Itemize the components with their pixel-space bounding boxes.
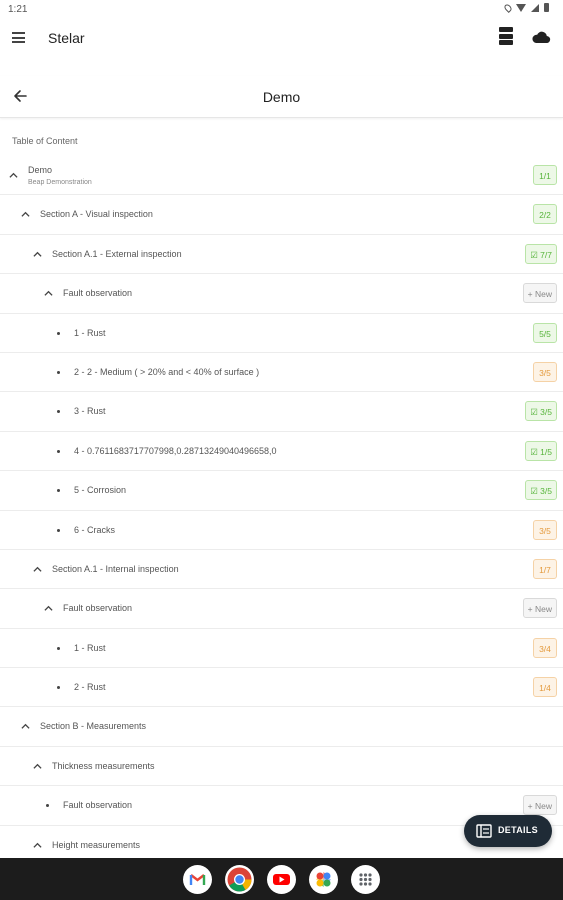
toc-row-label: 4 - 0.7611683717707998,0.287132490404966…	[74, 445, 277, 456]
toc-row[interactable]: 2 - Rust 1/4	[0, 668, 563, 708]
details-icon	[476, 824, 492, 838]
bullet-icon	[57, 331, 60, 335]
new-button[interactable]: + New	[522, 598, 557, 619]
bullet-icon	[57, 646, 60, 650]
toc-row-label: Section A.1 - Internal inspection	[52, 563, 179, 574]
chevron-up-icon[interactable]	[9, 171, 18, 180]
toc-row-label: 2 - Rust	[74, 682, 106, 693]
progress-badge: ☑ 1/5	[525, 440, 557, 461]
progress-badge: 3/5	[533, 519, 557, 540]
chevron-up-icon[interactable]	[21, 722, 30, 731]
bullet-icon	[46, 804, 49, 808]
toc-row-label: Section A - Visual inspection	[40, 209, 153, 220]
page-title: Demo	[262, 89, 301, 105]
chevron-up-icon[interactable]	[33, 841, 42, 850]
progress-badge: ☑ 3/5	[525, 401, 557, 422]
toc-row[interactable]: 1 - Rust 3/4	[0, 629, 563, 669]
toc-row[interactable]: 6 - Cracks 3/5	[0, 511, 563, 550]
toc-row-label: Fault observation	[63, 800, 133, 811]
details-button-label: DETAILS	[498, 825, 538, 835]
chevron-up-icon[interactable]	[44, 604, 53, 613]
status-bar: 1:21	[0, 0, 563, 18]
toc-row-label: Fault observation	[63, 288, 133, 299]
toc-row[interactable]: Section A.1 - Internal inspection 1/7	[0, 550, 563, 590]
bullet-icon	[57, 370, 60, 374]
bullet-icon	[57, 489, 60, 493]
toc-row[interactable]: 5 - Corrosion ☑ 3/5	[0, 471, 563, 511]
app-drawer-icon[interactable]	[351, 865, 380, 894]
location-icon	[503, 2, 513, 13]
toc-row-label: 1 - Rust	[74, 642, 106, 653]
cloud-icon[interactable]	[531, 29, 551, 45]
toc-row-label: Fault observation	[63, 603, 133, 614]
toc-list: Demo Beap Demonstration 1/1 Section A - Vis…	[0, 156, 563, 866]
gmail-icon[interactable]	[183, 865, 212, 894]
toc-row[interactable]: Fault observation + New	[0, 274, 563, 314]
progress-badge: 5/5	[533, 322, 557, 343]
toc-row[interactable]: Thickness measurements	[0, 747, 563, 787]
app-bar: Stelar	[0, 18, 563, 58]
status-time: 1:21	[8, 4, 28, 15]
signal-icon	[531, 3, 539, 12]
new-button[interactable]: + New	[522, 795, 557, 816]
progress-badge: 1/4	[533, 677, 557, 698]
toc-row[interactable]: Section A - Visual inspection 2/2	[0, 195, 563, 235]
bullet-icon	[57, 449, 60, 453]
details-button[interactable]: DETAILS	[464, 815, 552, 847]
wifi-icon	[516, 3, 526, 12]
toc-row[interactable]: 2 - 2 - Medium ( > 20% and < 40% of surf…	[0, 353, 563, 393]
toc-row-label: 6 - Cracks	[74, 524, 116, 535]
progress-badge: 3/5	[533, 361, 557, 382]
chevron-up-icon[interactable]	[33, 565, 42, 574]
new-button[interactable]: + New	[522, 283, 557, 304]
toc-row[interactable]: 3 - Rust ☑ 3/5	[0, 392, 563, 432]
youtube-icon[interactable]	[267, 865, 296, 894]
progress-badge: 1/7	[533, 558, 557, 579]
toc-row-label: 1 - Rust	[74, 327, 106, 338]
toc-row[interactable]: Section B - Measurements	[0, 707, 563, 747]
page-header: Demo	[0, 76, 563, 118]
progress-badge: ☑ 3/5	[525, 480, 557, 501]
toc-row[interactable]: Section A.1 - External inspection ☑ 7/7	[0, 235, 563, 275]
toc-row-label: Height measurements	[52, 839, 141, 850]
toc-row[interactable]: Demo Beap Demonstration 1/1	[0, 156, 563, 196]
toc-row-label: 3 - Rust	[74, 406, 106, 417]
progress-badge: 2/2	[533, 204, 557, 225]
toc-row[interactable]: 4 - 0.7611683717707998,0.287132490404966…	[0, 432, 563, 472]
battery-icon	[544, 3, 549, 12]
toc-row-label: 2 - 2 - Medium ( > 20% and < 40% of surf…	[74, 366, 260, 377]
database-icon[interactable]	[499, 27, 513, 47]
chevron-up-icon[interactable]	[44, 289, 53, 298]
bullet-icon	[57, 528, 60, 532]
progress-badge: 3/4	[533, 637, 557, 658]
toc-row-label: Section B - Measurements	[40, 721, 147, 732]
toc-row-label: 5 - Corrosion	[74, 485, 127, 496]
status-icons	[503, 2, 549, 13]
bullet-icon	[57, 410, 60, 414]
menu-icon[interactable]	[12, 32, 25, 43]
toc-row-sublabel: Beap Demonstration	[28, 179, 92, 186]
chrome-icon[interactable]	[225, 865, 254, 894]
chevron-up-icon[interactable]	[21, 210, 30, 219]
progress-badge: ☑ 7/7	[525, 243, 557, 264]
app-title: Stelar	[48, 30, 85, 46]
bullet-icon	[57, 686, 60, 690]
chevron-up-icon[interactable]	[33, 762, 42, 771]
toc-row-label: Thickness measurements	[52, 760, 155, 771]
photos-icon[interactable]	[309, 865, 338, 894]
toc-row[interactable]: 1 - Rust 5/5	[0, 314, 563, 353]
toc-row-label: Demo	[28, 165, 53, 175]
progress-badge: 1/1	[533, 165, 557, 185]
app-dock	[0, 858, 563, 900]
toc-heading: Table of Content	[12, 136, 78, 146]
toc-row[interactable]: Fault observation + New	[0, 589, 563, 629]
chevron-up-icon[interactable]	[33, 250, 42, 259]
toc-row-label: Section A.1 - External inspection	[52, 248, 182, 259]
